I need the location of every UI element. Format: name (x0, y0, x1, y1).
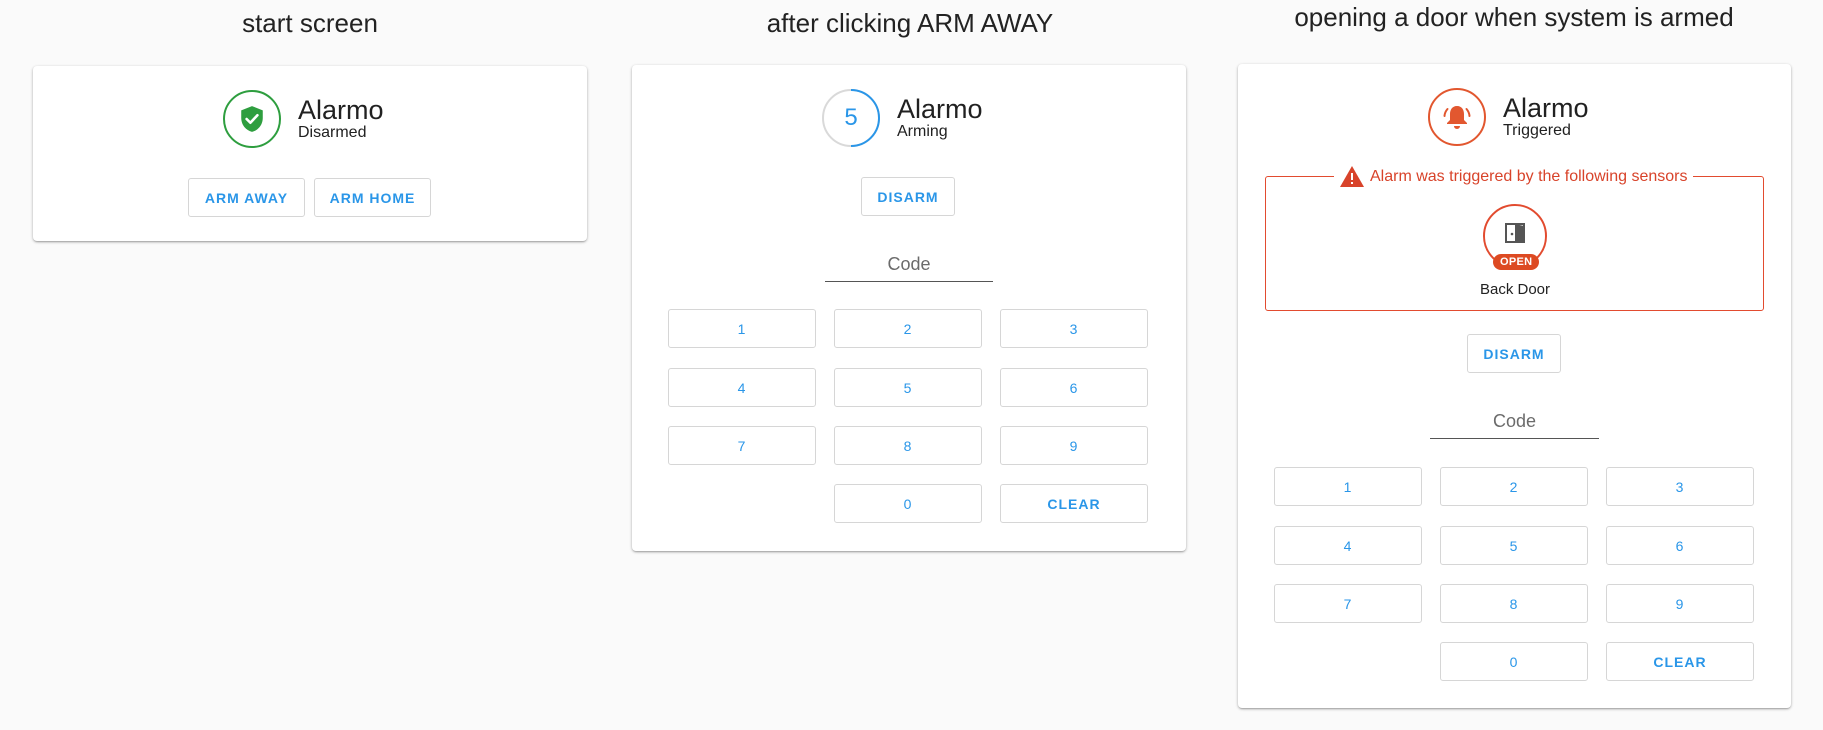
caption-after-arm-away: after clicking ARM AWAY (766, 8, 1054, 38)
sensor-name: Back Door (1479, 281, 1551, 298)
code-input[interactable]: Code (825, 254, 993, 282)
keypad-key-4[interactable]: 4 (668, 368, 816, 407)
keypad-key-7[interactable]: 7 (1274, 584, 1422, 623)
alarm-name: Alarmo (298, 95, 384, 125)
triggered-sensors-box: Alarm was triggered by the following sen… (1265, 166, 1764, 311)
keypad-key-0[interactable]: 0 (1440, 642, 1588, 681)
alarm-panel-disarmed: Alarmo Disarmed ARM AWAY ARM HOME (33, 66, 587, 241)
keypad-key-4[interactable]: 4 (1274, 526, 1422, 565)
arm-away-button[interactable]: ARM AWAY (188, 178, 305, 217)
keypad-key-2[interactable]: 2 (834, 309, 982, 348)
keypad-key-3[interactable]: 3 (1000, 309, 1148, 348)
alarm-panel-triggered: Alarmo Triggered Alarm was triggered by … (1238, 64, 1791, 708)
keypad-key-8[interactable]: 8 (834, 426, 982, 465)
keypad-key-7[interactable]: 7 (668, 426, 816, 465)
panel-header: Alarmo Disarmed (223, 90, 384, 148)
warning-icon (1340, 166, 1364, 187)
keypad-key-8[interactable]: 8 (1440, 584, 1588, 623)
keypad-key-6[interactable]: 6 (1000, 368, 1148, 407)
alarm-panel-arming: 5 Alarmo Arming DISARM Code 1 2 3 4 5 6 … (632, 65, 1186, 551)
caption-start-screen: start screen (242, 8, 378, 38)
keypad-clear-button[interactable]: CLEAR (1606, 642, 1754, 681)
keypad-key-1[interactable]: 1 (1274, 467, 1422, 506)
keypad-key-9[interactable]: 9 (1000, 426, 1148, 465)
alarm-name: Alarmo (897, 94, 983, 124)
open-badge: OPEN (1493, 254, 1540, 270)
disarm-button[interactable]: DISARM (1467, 334, 1561, 373)
arm-home-button[interactable]: ARM HOME (314, 178, 431, 217)
shield-check-icon (223, 90, 281, 148)
alert-legend: Alarm was triggered by the following sen… (1334, 166, 1694, 187)
keypad-key-2[interactable]: 2 (1440, 467, 1588, 506)
alert-text: Alarm was triggered by the following sen… (1370, 167, 1688, 185)
code-input[interactable]: Code (1430, 411, 1599, 439)
bell-ring-icon (1428, 88, 1486, 146)
keypad-key-9[interactable]: 9 (1606, 584, 1754, 623)
keypad-key-5[interactable]: 5 (1440, 526, 1588, 565)
panel-header: Alarmo Triggered (1428, 88, 1589, 146)
alarm-state: Arming (897, 123, 948, 140)
disarm-button[interactable]: DISARM (861, 177, 955, 216)
keypad-clear-button[interactable]: CLEAR (1000, 484, 1148, 523)
panel-header: 5 Alarmo Arming (822, 89, 983, 147)
alarm-state: Disarmed (298, 124, 367, 141)
keypad-key-6[interactable]: 6 (1606, 526, 1754, 565)
countdown-value: 5 (844, 104, 858, 131)
alarm-state: Triggered (1503, 122, 1571, 139)
door-open-icon (1504, 222, 1526, 244)
alarm-name: Alarmo (1503, 93, 1589, 123)
keypad-key-5[interactable]: 5 (834, 368, 982, 407)
keypad-key-0[interactable]: 0 (834, 484, 982, 523)
keypad-key-3[interactable]: 3 (1606, 467, 1754, 506)
keypad-key-1[interactable]: 1 (668, 309, 816, 348)
countdown-timer: 5 (822, 89, 880, 147)
caption-door-opened: opening a door when system is armed (1294, 2, 1734, 32)
